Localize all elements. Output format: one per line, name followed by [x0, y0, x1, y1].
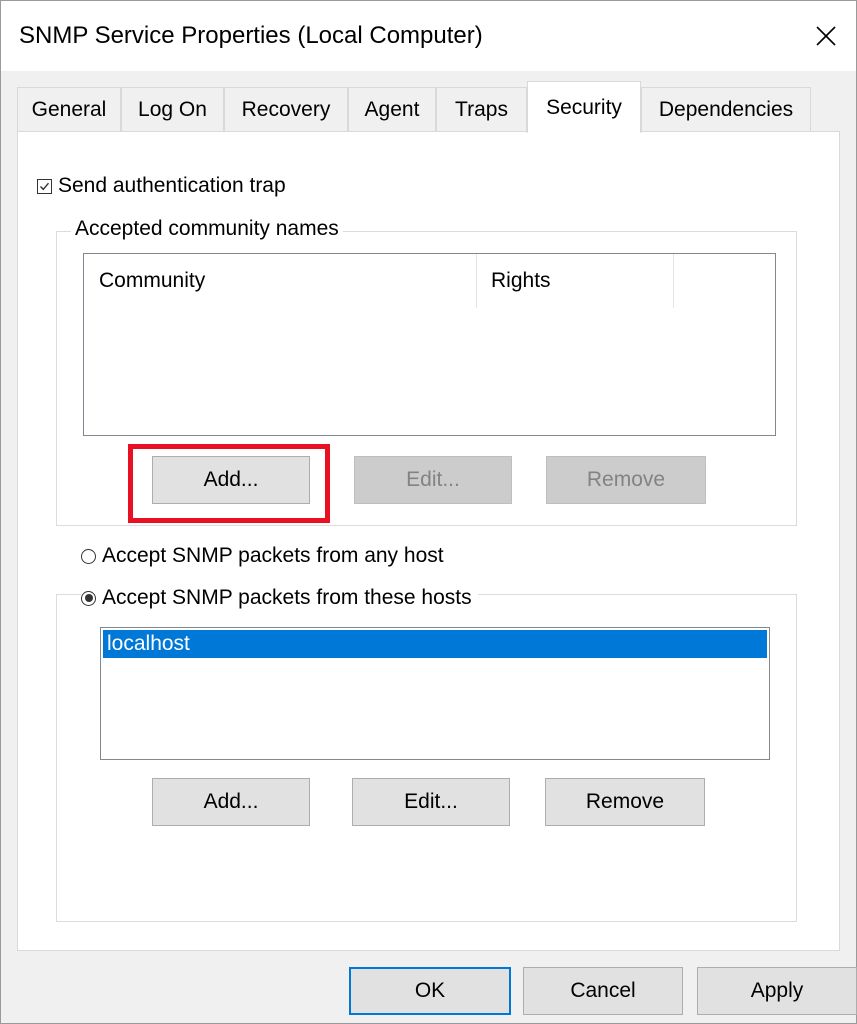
- tab-log-on[interactable]: Log On: [121, 87, 224, 131]
- ok-button[interactable]: OK: [349, 967, 511, 1015]
- community-names-group: Accepted community names Community Right…: [56, 217, 797, 526]
- send-auth-trap-label: Send authentication trap: [58, 174, 286, 197]
- hosts-add-button[interactable]: Add...: [152, 778, 310, 826]
- community-list[interactable]: Community Rights: [83, 253, 776, 436]
- tab-general[interactable]: General: [17, 87, 121, 131]
- tab-recovery[interactable]: Recovery: [224, 87, 348, 131]
- dialog-body: General Log On Recovery Agent Traps Secu…: [1, 71, 857, 1023]
- community-edit-button[interactable]: Edit...: [354, 456, 512, 504]
- accept-any-host-row[interactable]: Accept SNMP packets from any host: [81, 544, 450, 568]
- accept-any-host-radio[interactable]: [81, 548, 96, 564]
- column-divider[interactable]: [673, 254, 674, 308]
- column-header-rights[interactable]: Rights: [477, 254, 673, 308]
- hosts-remove-button[interactable]: Remove: [545, 778, 705, 826]
- radio-selected-dot: [84, 594, 93, 602]
- checkmark-icon: [40, 182, 50, 190]
- apply-button[interactable]: Apply: [697, 967, 857, 1015]
- column-header-community[interactable]: Community: [84, 254, 476, 308]
- hosts-list[interactable]: localhost: [100, 627, 770, 760]
- community-add-button[interactable]: Add...: [152, 456, 310, 504]
- window-title: SNMP Service Properties (Local Computer): [19, 22, 483, 49]
- close-icon: [816, 26, 836, 46]
- hosts-edit-button[interactable]: Edit...: [352, 778, 510, 826]
- send-auth-trap-checkbox[interactable]: [37, 178, 52, 194]
- accept-these-hosts-label: Accept SNMP packets from these hosts: [102, 586, 472, 609]
- accept-any-host-label: Accept SNMP packets from any host: [102, 544, 444, 567]
- close-button[interactable]: [796, 1, 856, 71]
- community-names-group-title: Accepted community names: [71, 217, 343, 241]
- accept-these-hosts-row[interactable]: Accept SNMP packets from these hosts: [81, 586, 478, 610]
- cancel-button[interactable]: Cancel: [523, 967, 683, 1015]
- send-auth-trap-row[interactable]: Send authentication trap: [37, 174, 286, 198]
- tab-security[interactable]: Security: [527, 81, 641, 133]
- hosts-group: localhost Add... Edit... Remove: [56, 594, 797, 922]
- host-list-item[interactable]: localhost: [103, 630, 767, 658]
- community-remove-button[interactable]: Remove: [546, 456, 706, 504]
- title-bar: SNMP Service Properties (Local Computer): [1, 1, 856, 71]
- tab-traps[interactable]: Traps: [436, 87, 527, 131]
- tab-agent[interactable]: Agent: [348, 87, 436, 131]
- tab-dependencies[interactable]: Dependencies: [641, 87, 811, 131]
- accept-these-hosts-radio[interactable]: [81, 590, 96, 606]
- properties-dialog: SNMP Service Properties (Local Computer)…: [0, 0, 857, 1024]
